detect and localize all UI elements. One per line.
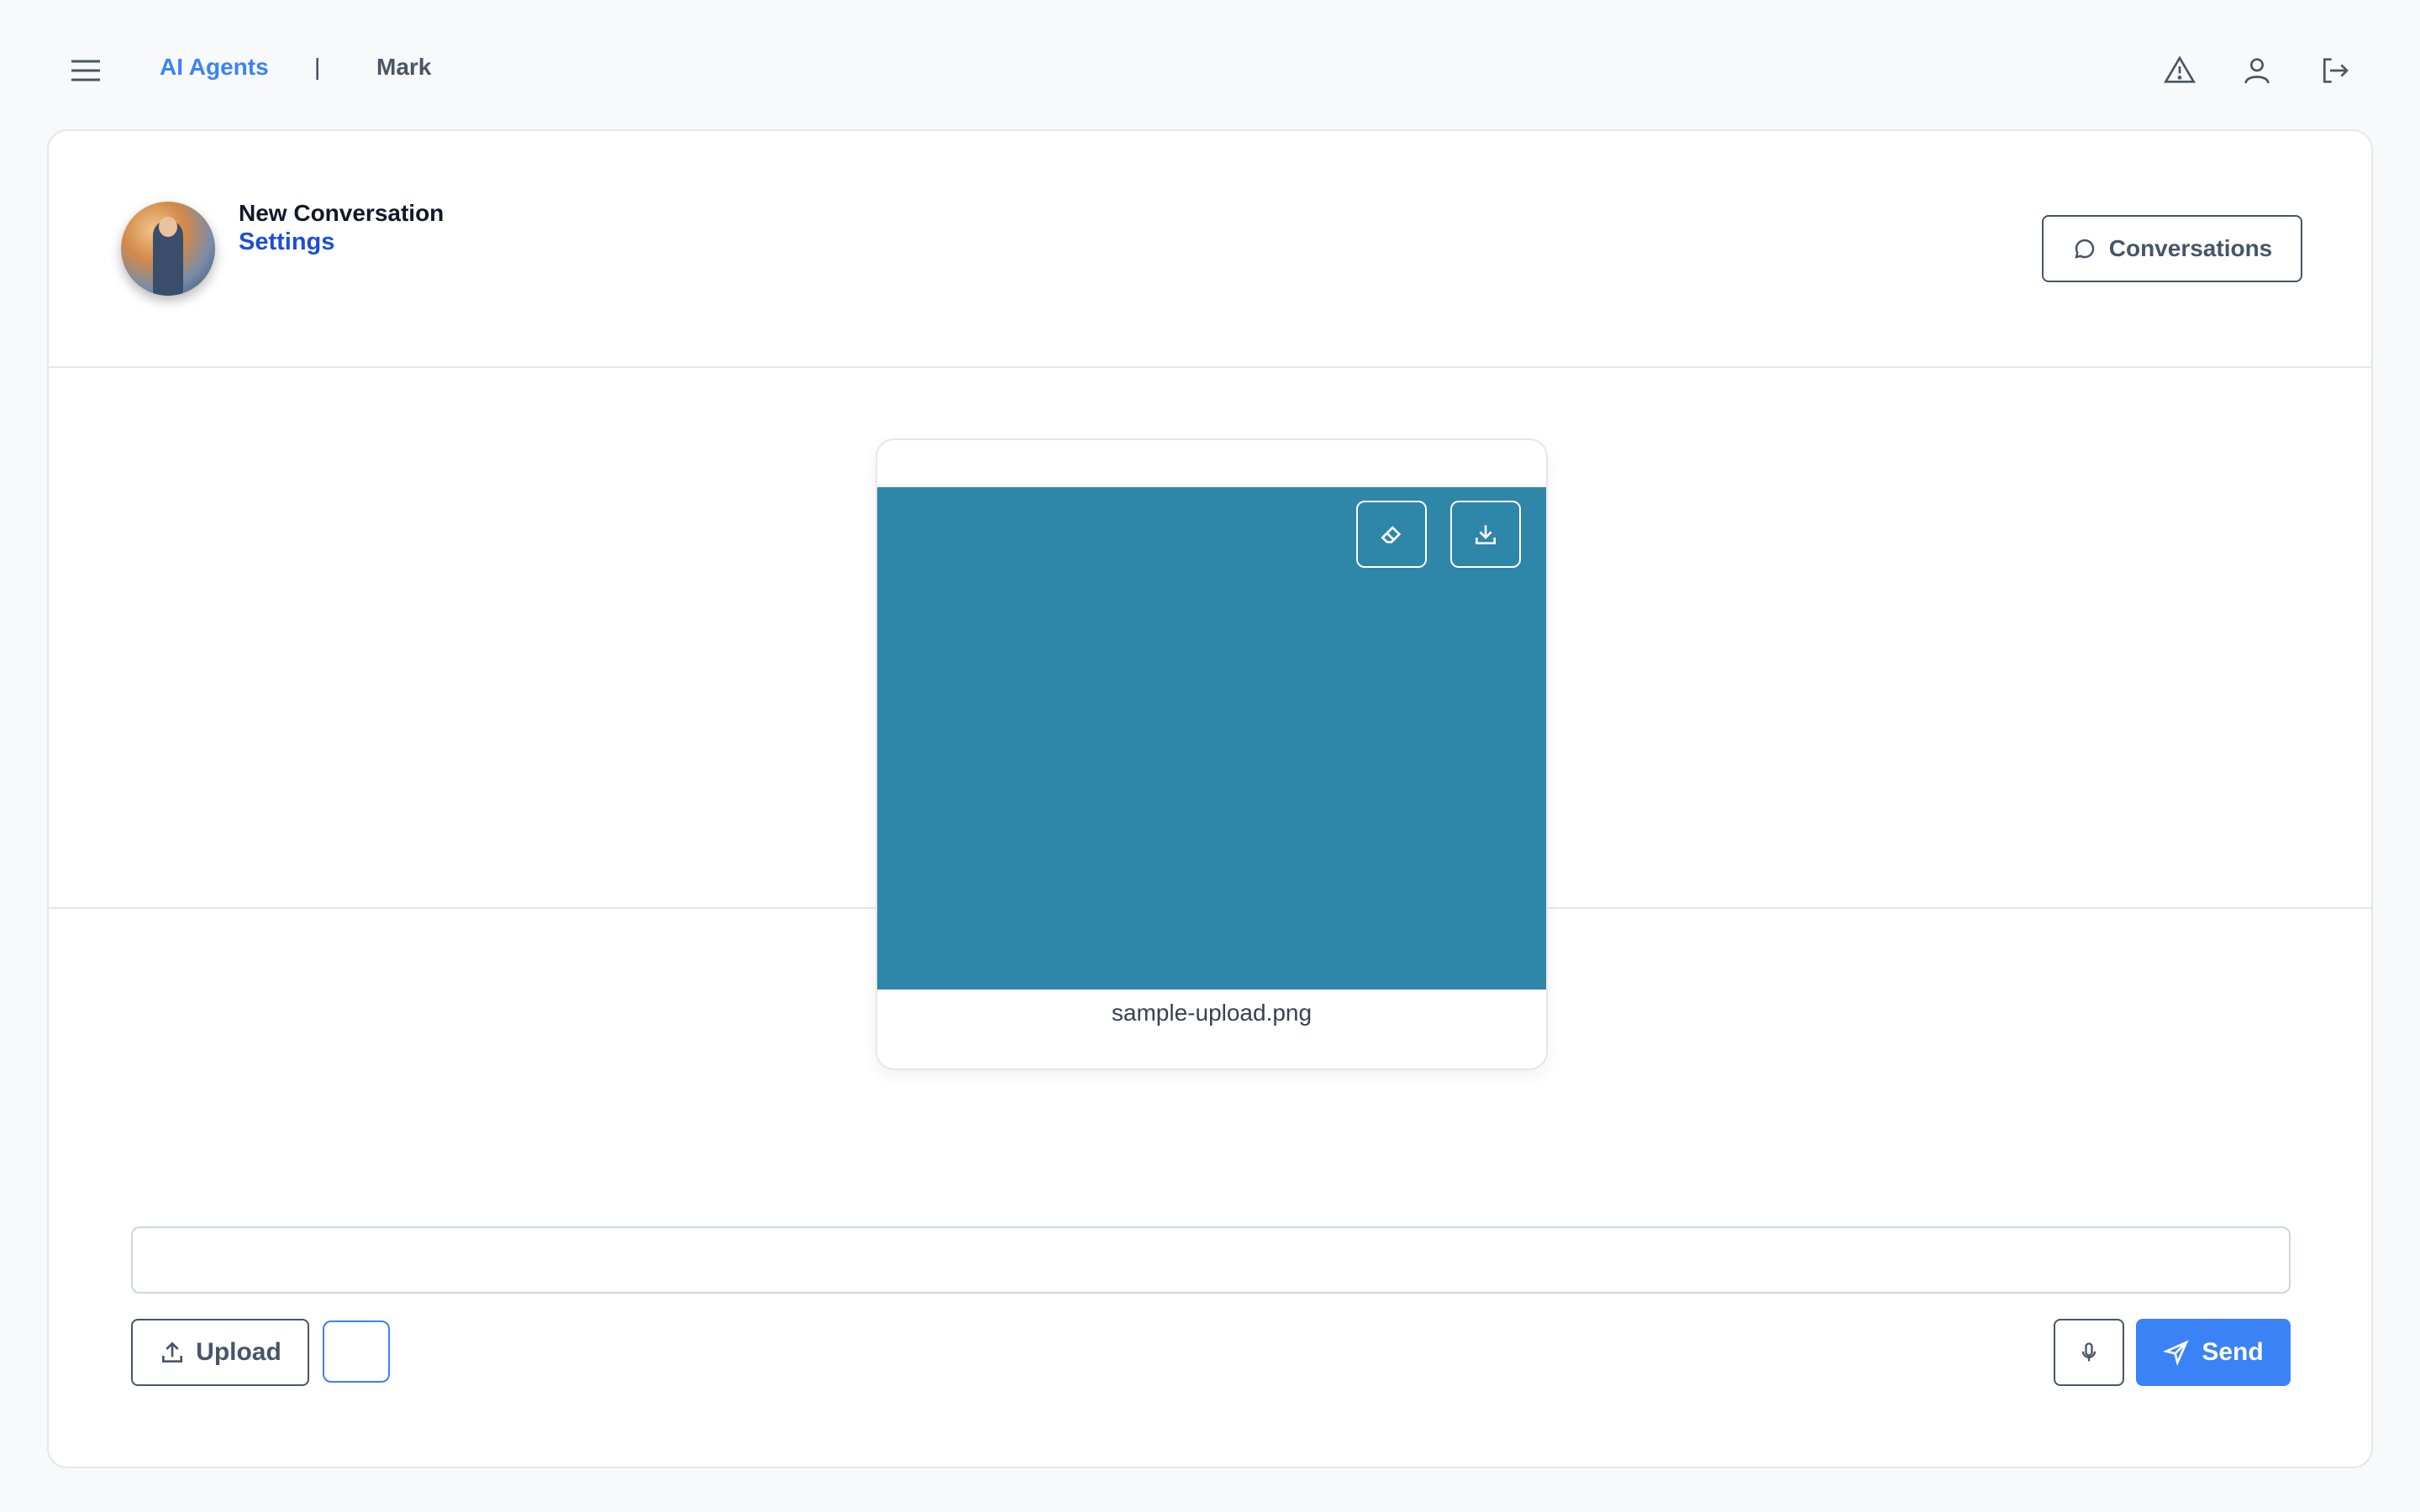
- conversation-header: New Conversation Settings Conversations: [49, 131, 2371, 368]
- message-input[interactable]: [131, 1226, 2291, 1294]
- upload-button[interactable]: Upload: [131, 1319, 309, 1386]
- user-icon[interactable]: [2237, 50, 2277, 91]
- eraser-button[interactable]: [1356, 501, 1427, 568]
- download-icon: [1476, 525, 1496, 544]
- top-navigation: AI Agents | Mark: [0, 0, 2420, 131]
- breadcrumb-separator: |: [314, 54, 321, 80]
- settings-link[interactable]: Settings: [239, 228, 334, 256]
- menu-icon[interactable]: [67, 52, 104, 89]
- uploaded-image-card: sample-upload.png: [876, 438, 1548, 1070]
- send-button-label: Send: [2202, 1338, 2264, 1366]
- toggle-button[interactable]: [323, 1320, 390, 1383]
- conversations-button[interactable]: Conversations: [2042, 215, 2302, 282]
- image-preview[interactable]: [877, 487, 1546, 990]
- message-area: sample-upload.png: [49, 368, 2371, 1070]
- upload-icon: [162, 1341, 183, 1362]
- eraser-icon: [1381, 526, 1402, 543]
- avatar: [121, 202, 215, 296]
- warning-icon[interactable]: [2160, 50, 2200, 91]
- user-name: Mark: [376, 54, 432, 80]
- microphone-icon: [2081, 1342, 2096, 1362]
- chat-icon: [2075, 239, 2094, 259]
- conversation-title: New Conversation: [239, 200, 445, 226]
- conversations-button-label: Conversations: [2108, 235, 2273, 261]
- download-button[interactable]: [1450, 501, 1521, 568]
- file-name: sample-upload.png: [1111, 1000, 1313, 1026]
- logout-icon[interactable]: [2314, 50, 2354, 91]
- microphone-button[interactable]: [2054, 1319, 2124, 1386]
- brand-link[interactable]: AI Agents: [160, 54, 269, 81]
- send-icon: [2163, 1340, 2189, 1366]
- conversation-card: New Conversation Settings Conversations …: [47, 129, 2373, 1468]
- send-button[interactable]: Send: [2136, 1319, 2291, 1386]
- avatar-head: [159, 217, 177, 237]
- upload-button-label: Upload: [196, 1338, 281, 1366]
